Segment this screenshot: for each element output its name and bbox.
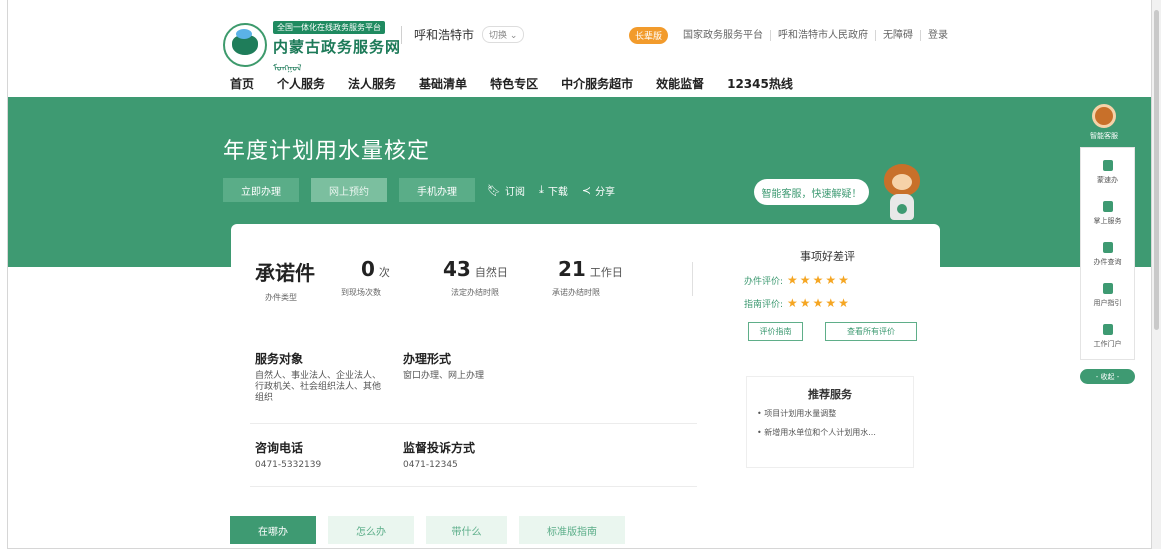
subscribe-button[interactable]: 🔖︎ 订阅: [487, 183, 525, 198]
link-national-platform[interactable]: 国家政务服务平台: [676, 30, 770, 41]
star-rating-icon: ★★★★★: [787, 273, 851, 287]
tab-how[interactable]: 怎么办: [328, 516, 414, 544]
star-rating-icon: ★★★★★: [787, 296, 851, 310]
recommend-item[interactable]: • 项目计划用水量调整: [757, 408, 836, 419]
stat-legal-limit: 43 自然日 法定办结时限: [443, 257, 508, 297]
divider: [250, 486, 697, 487]
guide-tabs: 在哪办 怎么办 带什么 标准版指南: [230, 516, 637, 544]
side-item-mobile[interactable]: 掌上服务: [1081, 201, 1134, 226]
app-icon: [1102, 160, 1113, 171]
stat-promised-limit: 21 工作日 承诺办结时限: [552, 257, 623, 297]
phone-title: 咨询电话: [255, 441, 304, 455]
recommend-title: 推荐服务: [808, 388, 852, 401]
elder-mode-button[interactable]: 长辈版: [629, 27, 669, 44]
recommend-item[interactable]: • 新增用水单位和个人计划用水...: [757, 427, 876, 438]
document-search-icon: [1102, 242, 1113, 253]
logo-tag: 全国一体化在线政务服务平台: [273, 21, 385, 34]
stat-type: 承诺件 办件类型: [255, 261, 315, 302]
mascot-icon: [1092, 104, 1116, 128]
side-item-guide[interactable]: 用户指引: [1081, 283, 1134, 308]
page-title: 年度计划用水量核定: [223, 139, 431, 164]
guide-icon: [1102, 283, 1113, 294]
side-item-portal[interactable]: 工作门户: [1081, 324, 1134, 349]
mobile-apply-button[interactable]: 手机办理: [399, 178, 475, 202]
logo-title: 内蒙古政务服务网: [273, 38, 402, 56]
portal-icon: [1102, 324, 1113, 335]
nav-hotline[interactable]: 12345热线: [727, 75, 793, 92]
guide-rating: 指南评价: ★★★★★: [744, 296, 851, 310]
nav-intermediary-market[interactable]: 中介服务超市: [561, 75, 633, 92]
review-title: 事项好差评: [800, 250, 855, 263]
online-appointment-button[interactable]: 网上预约: [311, 178, 387, 202]
download-icon: ⤓: [538, 183, 544, 196]
banner-actions: 立即办理 网上预约 手机办理 🔖︎ 订阅 ⤓ 下载 ≺ 分享: [223, 178, 629, 202]
city-selector[interactable]: 呼和浩特市 切换 ⌄: [414, 26, 525, 43]
handling-form-title: 办理形式: [403, 352, 452, 366]
browser-page: 全国一体化在线政务服务平台 内蒙古政务服务网 ᠮᠣᠩᠭᠣᠯ 呼和浩特市 切换 ⌄…: [7, 0, 1152, 549]
complaint-title: 监督投诉方式: [403, 441, 476, 455]
nav-home[interactable]: 首页: [230, 75, 254, 92]
download-button[interactable]: ⤓ 下载: [539, 183, 568, 198]
assistant-bubble[interactable]: 智能客服，快速解疑！: [754, 179, 869, 205]
nav-special-zone[interactable]: 特色专区: [490, 75, 538, 92]
share-button[interactable]: ≺ 分享: [582, 183, 615, 198]
nav-supervision[interactable]: 效能监督: [656, 75, 704, 92]
main-nav: 首页 个人服务 法人服务 基础清单 特色专区 中介服务超市 效能监督 12345…: [230, 75, 816, 92]
item-info-card: 承诺件 办件类型 0次 到现场次数 43 自然日 法定办结时限 21 工作日 承诺办…: [231, 224, 940, 524]
nav-personal[interactable]: 个人服务: [277, 75, 325, 92]
smart-assistant[interactable]: 智能客服: [1086, 104, 1122, 141]
nav-legal-person[interactable]: 法人服务: [348, 75, 396, 92]
mascot-image[interactable]: [878, 160, 926, 224]
handling-form-text: 窗口办理、网上办理: [403, 371, 485, 381]
phone-icon: [1102, 201, 1113, 212]
side-toolbar: 蒙速办 掌上服务 办件查询 用户指引 工作门户: [1080, 147, 1135, 360]
top-links: 长辈版 国家政务服务平台 呼和浩特市人民政府 无障碍 登录: [629, 27, 955, 44]
nav-basic-list[interactable]: 基础清单: [419, 75, 467, 92]
city-switch-button[interactable]: 切换 ⌄: [482, 26, 525, 43]
emblem-icon: [223, 22, 267, 67]
review-guide-button[interactable]: 评价指南: [748, 322, 803, 341]
tab-standard-guide[interactable]: 标准版指南: [519, 516, 625, 544]
side-item-mengsuban[interactable]: 蒙速办: [1081, 160, 1134, 185]
tab-where[interactable]: 在哪办: [230, 516, 316, 544]
share-icon: ≺: [581, 183, 592, 197]
bookmark-icon: 🔖︎: [487, 183, 501, 197]
apply-now-button[interactable]: 立即办理: [223, 178, 299, 202]
side-item-query[interactable]: 办件查询: [1081, 242, 1134, 267]
service-target-text: 自然人、事业法人、企业法人、 行政机关、社会组织法人、其他 组织: [255, 371, 382, 403]
divider: [250, 423, 697, 424]
handling-rating: 办件评价: ★★★★★: [744, 273, 851, 287]
link-login[interactable]: 登录: [920, 30, 955, 41]
chevron-down-icon: ⌄: [509, 31, 518, 41]
divider: [692, 262, 693, 296]
header-divider: [401, 26, 402, 44]
logo-mongolian: ᠮᠣᠩᠭᠣᠯ: [273, 64, 302, 74]
service-target-title: 服务对象: [255, 352, 304, 366]
all-reviews-button[interactable]: 查看所有评价: [825, 322, 917, 341]
collapse-button[interactable]: - 收起 -: [1080, 369, 1135, 384]
link-accessibility[interactable]: 无障碍: [875, 30, 920, 41]
phone-value: 0471-5332139: [255, 460, 322, 470]
stat-visits: 0次 到现场次数: [341, 257, 390, 297]
recommended-services: 推荐服务 • 项目计划用水量调整 • 新增用水单位和个人计划用水...: [746, 376, 914, 468]
vertical-scrollbar[interactable]: [1152, 0, 1161, 549]
site-logo[interactable]: 全国一体化在线政务服务平台 内蒙古政务服务网 ᠮᠣᠩᠭᠣᠯ: [223, 15, 401, 74]
link-city-government[interactable]: 呼和浩特市人民政府: [770, 30, 875, 41]
tab-materials[interactable]: 带什么: [426, 516, 507, 544]
city-name: 呼和浩特市: [414, 28, 475, 42]
complaint-value: 0471-12345: [403, 460, 458, 470]
